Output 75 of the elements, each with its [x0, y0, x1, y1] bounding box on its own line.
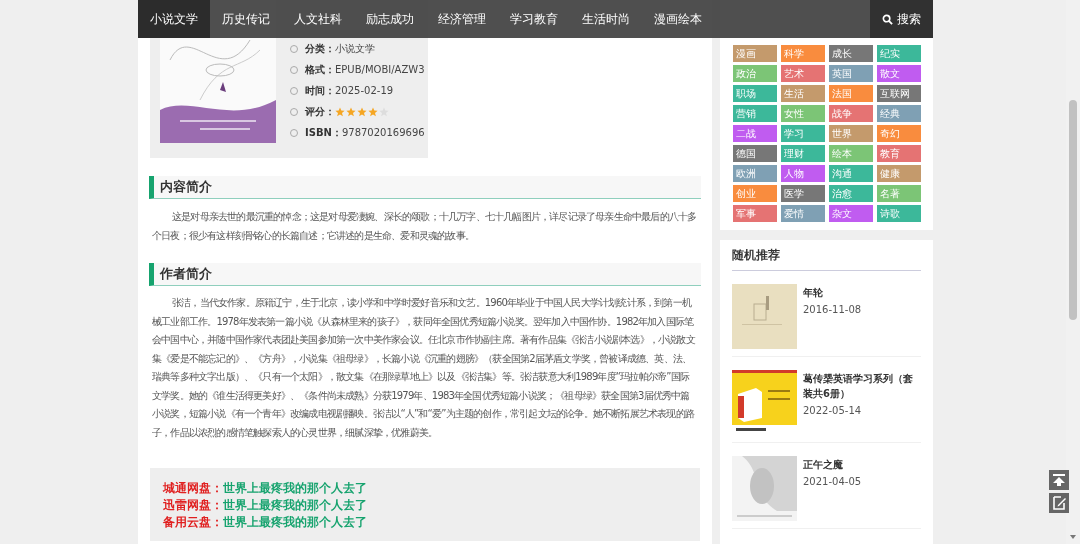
tag-link[interactable]: 英国 — [829, 65, 873, 82]
nav-tab[interactable]: 漫画绘本 — [642, 0, 714, 38]
tag-link[interactable]: 奇幻 — [877, 125, 921, 142]
tag-link[interactable]: 教育 — [877, 145, 921, 162]
tag-link[interactable]: 艺术 — [781, 65, 825, 82]
field-label: 分类： — [305, 41, 335, 56]
tag-link[interactable]: 医学 — [781, 185, 825, 202]
tag-link[interactable]: 女性 — [781, 105, 825, 122]
book-title-link[interactable]: 正午之魔 — [803, 457, 862, 472]
tag-link[interactable]: 爱情 — [781, 205, 825, 222]
field-label: 格式： — [305, 62, 335, 77]
date-text: 2022-05-14 — [803, 405, 863, 416]
tag-link[interactable]: 经典 — [877, 105, 921, 122]
tag-link[interactable]: 漫画 — [733, 45, 777, 62]
download-label: 城通网盘： — [163, 481, 223, 495]
nav-tab[interactable]: 生活时尚 — [570, 0, 642, 38]
tag-link[interactable]: 政治 — [733, 65, 777, 82]
field-label: ISBN： — [305, 125, 342, 140]
tag-link[interactable]: 世界 — [829, 125, 873, 142]
date-text: 2016-11-08 — [803, 304, 862, 315]
tag-link[interactable]: 散文 — [877, 65, 921, 82]
nav-tab[interactable]: 学习教育 — [498, 0, 570, 38]
tag-link[interactable]: 科学 — [781, 45, 825, 62]
scrollbar-thumb[interactable] — [1069, 100, 1077, 320]
panel-title: 随机推荐 — [732, 248, 921, 271]
tag-link[interactable]: 健康 — [877, 165, 921, 182]
download-label: 备用云盘： — [163, 515, 223, 529]
nav-tab[interactable]: 经济管理 — [426, 0, 498, 38]
tag-link[interactable]: 创业 — [733, 185, 777, 202]
tag-link[interactable]: 欧洲 — [733, 165, 777, 182]
book-title-link[interactable]: 葛传椝英语学习系列（套装共6册） — [803, 371, 921, 401]
tag-link[interactable]: 法国 — [829, 85, 873, 102]
tag-link[interactable]: 战争 — [829, 105, 873, 122]
tag-link[interactable]: 绘本 — [829, 145, 873, 162]
tag-link[interactable]: 互联网 — [877, 85, 921, 102]
field-label: 时间： — [305, 83, 335, 98]
download-label: 迅雷网盘： — [163, 498, 223, 512]
tag-link[interactable]: 人物 — [781, 165, 825, 182]
tag-link[interactable]: 营销 — [733, 105, 777, 122]
book-title-link[interactable]: 年轮 — [803, 285, 862, 300]
search-icon — [882, 13, 893, 25]
back-to-top-button[interactable] — [1049, 470, 1069, 490]
tag-link[interactable]: 成长 — [829, 45, 873, 62]
edit-button[interactable] — [1049, 493, 1069, 513]
download-link[interactable]: 世界上最疼我的那个人去了 — [223, 515, 367, 529]
tag-link[interactable]: 治愈 — [829, 185, 873, 202]
tag-link[interactable]: 杂文 — [829, 205, 873, 222]
section-heading: 作者简介 — [149, 263, 701, 286]
paragraph: 张洁，当代女作家。原籍辽宁，生于北京，读小学和中学时爱好音乐和文艺。1960年毕业于中国人民大学计划统计系，到第一机械工业部工作。1978年发表第一篇小说《从森林里来的孩子》，获同年全国优秀短篇小说奖。翌年加入中国作协。1982年加入国际笔会中国中心，并随中国作家代表团赴美国参加第一次中美作家会议。任北京市作协副主席。著有作品集《张洁小说剧本选》，小说散文集《爱是不能忘记的》、《方舟》，小说集《祖母绿》，长篇小说《沉重的翅膀》（获全国第2届茅盾文学奖，曾被译成德、英、法、瑞典等多种文字出版）、《只有一个太阳》，散文集《在那绿草地上》以及《张洁集》等。张洁获意大利1989年度“玛拉帕尔帝”国际文学奖。她的《谁生活得更美好》、《条件尚未成熟》分获1979年、1983年全国优秀短篇小说奖；《祖母绿》获全国第3届优秀中篇小说奖，短篇小说《有一个青年》改编成电视剧播映。张洁以“人”和“爱”为主题的创作，常引起文坛的论争。她不断拓展艺术表现的路子，作品以浓烈的感情笔触探索人的心灵世界，细腻深挚，优雅蔚美。 — [151, 296, 696, 440]
tag-link[interactable]: 理财 — [781, 145, 825, 162]
search-button[interactable]: 搜索 — [870, 0, 933, 38]
tag-link[interactable]: 纪实 — [877, 45, 921, 62]
tag-link[interactable]: 职场 — [733, 85, 777, 102]
field-value: 小说文学 — [335, 41, 375, 56]
field-value: 2025-02-19 — [335, 85, 394, 96]
tag-link[interactable]: 沟通 — [829, 165, 873, 182]
section-heading: 内容简介 — [149, 176, 701, 199]
nav-tab[interactable]: 励志成功 — [354, 0, 426, 38]
tag-link[interactable]: 诗歌 — [877, 205, 921, 222]
field-value: 9787020169696 — [341, 127, 425, 138]
download-link[interactable]: 世界上最疼我的那个人去了 — [223, 498, 367, 512]
field-value: EPUB/MOBI/AZW3 — [335, 64, 425, 75]
tag-link[interactable]: 德国 — [733, 145, 777, 162]
tag-link[interactable]: 生活 — [781, 85, 825, 102]
field-label: 评分： — [305, 104, 335, 119]
nav-tab[interactable]: 小说文学 — [138, 0, 210, 38]
tag-link[interactable]: 军事 — [733, 205, 777, 222]
date-text: 2021-04-05 — [803, 476, 862, 487]
tag-link[interactable]: 二战 — [733, 125, 777, 142]
nav-tab[interactable]: 历史传记 — [210, 0, 282, 38]
paragraph: 这是对母亲去世的最沉重的悼念；这是对母爱凄婉、深长的颂歌；十几万字、七十几幅图片，详尽记录了母亲生命中最后的八十多个日夜；很少有这样刻骨铭心的长篇自述；它讲述的是生命、爱和灵魂的故事。 — [151, 210, 698, 243]
nav-tab[interactable]: 人文社科 — [282, 0, 354, 38]
download-link[interactable]: 世界上最疼我的那个人去了 — [223, 481, 367, 495]
tag-link[interactable]: 名著 — [877, 185, 921, 202]
tag-link[interactable]: 学习 — [781, 125, 825, 142]
